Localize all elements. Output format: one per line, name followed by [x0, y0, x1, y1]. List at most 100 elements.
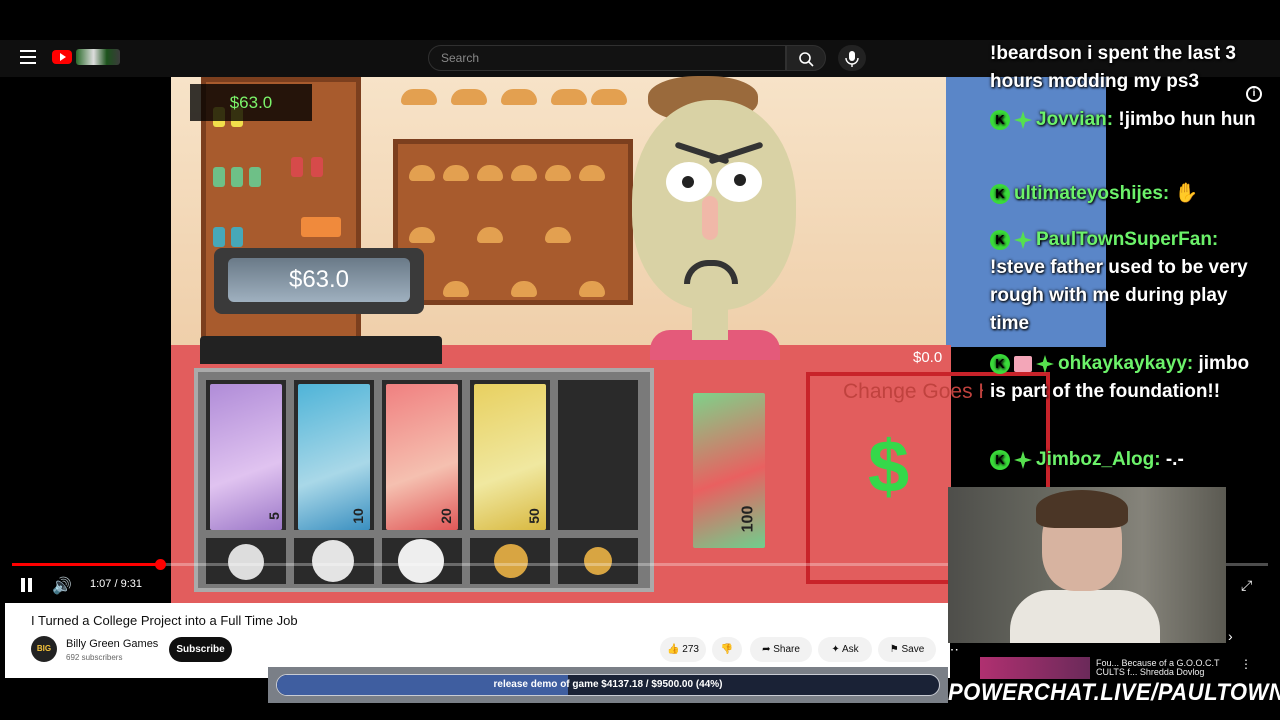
change-label: Change Goes H — [843, 380, 983, 403]
left-eyebrow — [674, 141, 730, 165]
bread-loaf — [579, 281, 605, 297]
chat-username: ultimateyoshijes: — [1014, 183, 1170, 204]
kick-badge-icon: K — [990, 183, 1010, 204]
bread-loaf — [551, 89, 587, 105]
right-eye — [716, 162, 762, 202]
note-value: 20 — [438, 508, 455, 524]
pause-icon[interactable] — [20, 578, 34, 592]
search-input[interactable]: Search — [428, 45, 786, 71]
channel-avatar[interactable]: BIG — [31, 636, 57, 662]
note-slot[interactable]: 5 — [206, 380, 286, 530]
sparkle-icon: ✦ — [831, 644, 840, 655]
shelf-item — [291, 157, 303, 177]
microphone-icon — [845, 51, 859, 67]
search-button[interactable] — [786, 45, 826, 71]
sparkle-badge-icon — [1014, 230, 1032, 249]
banknote-value: 100 — [739, 505, 757, 533]
more-options-icon[interactable]: ⋮ — [1240, 657, 1252, 671]
bookmark-icon: ⚑ — [889, 644, 899, 655]
cash-drawer[interactable]: 5 10 20 50 — [194, 368, 654, 592]
coin-slot[interactable] — [382, 538, 462, 584]
coin — [584, 547, 612, 575]
shelf-item — [231, 227, 243, 247]
chat-text: !steve father used to be very rough with… — [990, 257, 1248, 334]
ask-label: Ask — [841, 644, 859, 655]
coin — [312, 540, 354, 582]
chat-username: PaulTownSuperFan: — [1036, 229, 1219, 250]
recommendation-strip[interactable]: Fou... Because of a G.O.O.C.T CULTS f...… — [978, 655, 1280, 680]
shelf-item — [249, 167, 261, 187]
bread-loaf — [477, 165, 503, 181]
note-slot[interactable]: 20 — [382, 380, 462, 530]
note-value: 10 — [350, 508, 367, 524]
time-total: 9:31 — [120, 578, 143, 590]
ask-button[interactable]: ✦ Ask — [818, 637, 872, 662]
coin-slot[interactable] — [294, 538, 374, 584]
coin-slot[interactable] — [206, 538, 286, 584]
stream-screen: Search $63.0 $63.0 5 10 20 50 100 $0.0 C… — [0, 0, 1280, 720]
note-slot[interactable]: 10 — [294, 380, 374, 530]
chat-message: Kohkaykaykayy: jimbo is part of the foun… — [990, 350, 1270, 406]
streamer-shirt — [1010, 590, 1160, 643]
voice-search-button[interactable] — [838, 45, 866, 71]
fullscreen-icon[interactable]: ⤢ — [1241, 577, 1252, 594]
bread-loaf — [511, 281, 537, 297]
kick-badge-icon: K — [990, 229, 1010, 250]
time-separator: / — [111, 578, 121, 590]
bread-loaf — [511, 165, 537, 181]
chat-message: Kultimateyoshijes: ✋ — [990, 180, 1270, 208]
bread-loaf — [409, 165, 435, 181]
shelf-item — [213, 167, 225, 187]
bread-loaf — [545, 227, 571, 243]
time-display: 1:07 / 9:31 — [90, 578, 142, 590]
left-eye — [666, 162, 712, 202]
bread-loaf — [545, 165, 571, 181]
chevron-right-icon[interactable]: › — [1228, 628, 1233, 644]
donation-goal-label: release demo of game $4137.18 / $9500.00… — [493, 679, 723, 690]
chat-message: !beardson i spent the last 3 hours moddi… — [990, 40, 1270, 96]
save-button[interactable]: ⚑ Save — [878, 637, 936, 662]
share-label: Share — [773, 644, 800, 655]
coin — [228, 544, 264, 580]
note-slot[interactable]: 50 — [470, 380, 550, 530]
note-slot-empty[interactable] — [558, 380, 638, 530]
subscriber-count: 692 subscribers — [66, 653, 123, 662]
share-icon: ➦ — [762, 644, 771, 655]
chat-text: -.- — [1165, 449, 1184, 470]
chat-message: K Jovvian: !jimbo hun hun — [990, 106, 1270, 134]
recommendation-text: Fou... Because of a G.O.O.C.T CULTS f...… — [1096, 659, 1220, 677]
customer-banknote[interactable]: 100 — [693, 393, 765, 548]
coin — [398, 539, 444, 583]
coin-slot[interactable] — [470, 538, 550, 584]
coin-slot[interactable] — [558, 538, 638, 584]
kick-badge-icon: K — [990, 109, 1010, 130]
like-button[interactable]: 👍 273 — [660, 637, 706, 662]
note-value: 5 — [266, 512, 283, 520]
time-current: 1:07 — [90, 578, 112, 590]
stream-brand-url: POWERCHAT.LIVE/PAULTOWN — [948, 679, 1280, 706]
right-eyebrow — [708, 141, 764, 165]
chat-message: K PaulTownSuperFan: !steve father used to… — [990, 226, 1270, 338]
emote-icon: ✋ — [1174, 183, 1199, 204]
bread-shelf — [393, 139, 633, 305]
dislike-button[interactable]: 👎 — [712, 637, 742, 662]
youtube-doodle-logo[interactable] — [76, 49, 120, 65]
total-amount-overlay: $63.0 — [190, 84, 312, 121]
youtube-logo-icon[interactable] — [52, 50, 72, 64]
bread-loaf — [477, 227, 503, 243]
subscribe-button[interactable]: Subscribe — [169, 637, 232, 662]
share-button[interactable]: ➦ Share — [750, 637, 812, 662]
bread-loaf — [409, 227, 435, 243]
shelf-item — [231, 167, 243, 187]
recommendation-thumbnail — [980, 657, 1090, 679]
streamer-hair — [1036, 490, 1128, 528]
channel-name[interactable]: Billy Green Games — [66, 638, 158, 650]
hamburger-menu-icon[interactable] — [20, 50, 38, 64]
shopkeeper-nose — [702, 196, 718, 240]
progress-played — [12, 563, 161, 566]
bread-loaf — [443, 165, 469, 181]
thumbs-up-icon: 👍 — [667, 644, 680, 655]
bread-loaf — [451, 89, 487, 105]
kick-badge-icon: K — [990, 353, 1010, 374]
volume-icon[interactable]: 🔊 — [52, 576, 72, 596]
